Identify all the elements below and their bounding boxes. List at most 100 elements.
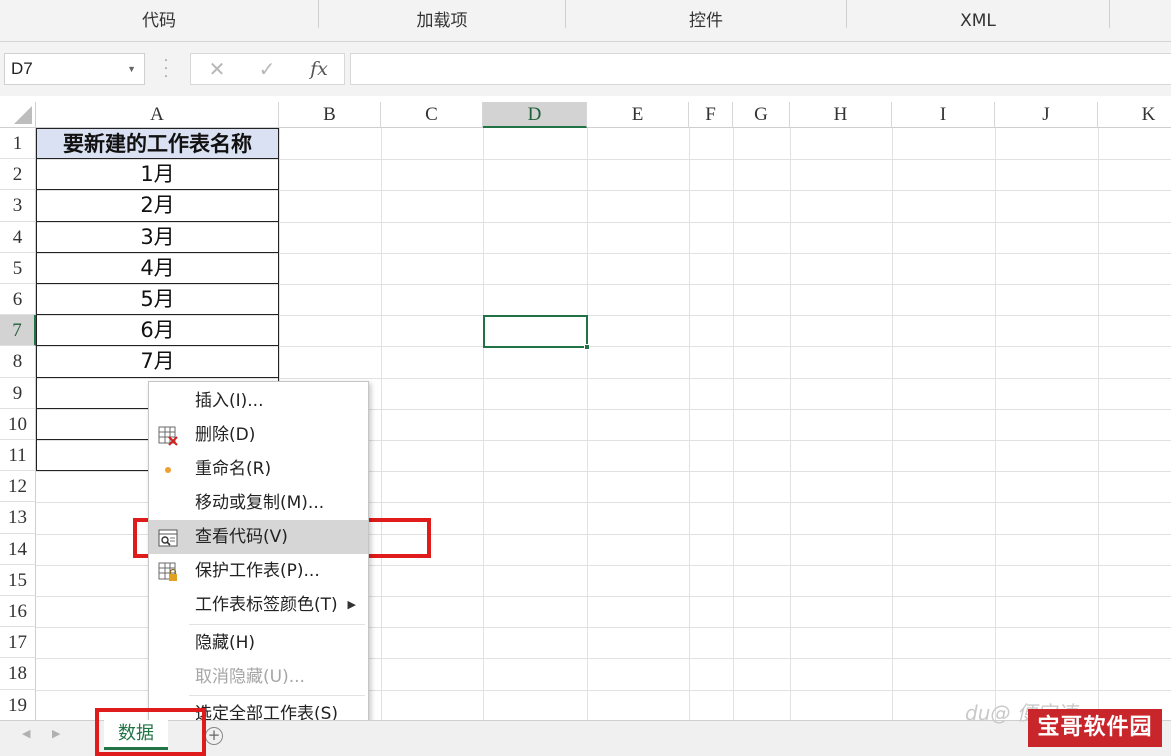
row-header-17[interactable]: 17 (0, 627, 36, 659)
menu-item-label: 工作表标签颜色(T) (195, 595, 338, 615)
excel-window: 代码 加载项 控件 XML D7 ▼ · · · ✕ ✓ fx A B C D E … (0, 0, 1171, 756)
ribbon-group-xml[interactable]: XML (847, 0, 1109, 42)
name-box[interactable]: D7 ▼ (4, 53, 145, 85)
cell-a5[interactable]: 4月 (36, 252, 279, 284)
scroll-tabs-left-icon[interactable]: ◀ (22, 727, 30, 740)
row-header-8[interactable]: 8 (0, 346, 36, 378)
menu-item-view-code[interactable]: 查看代码(V) (149, 520, 368, 554)
menu-item-label: 删除(D) (195, 425, 256, 445)
name-box-value: D7 (11, 59, 33, 78)
row-header-15[interactable]: 15 (0, 564, 36, 596)
gridline (892, 128, 893, 720)
column-header-b[interactable]: B (279, 102, 381, 128)
menu-item-tab-color[interactable]: 工作表标签颜色(T) ▶ (149, 588, 368, 622)
formula-bar: D7 ▼ · · · ✕ ✓ fx (0, 42, 1171, 96)
gridline (733, 128, 734, 720)
row-header-18[interactable]: 18 (0, 658, 36, 690)
ribbon-group-addins[interactable]: 加载项 (319, 0, 565, 42)
menu-item-label: 隐藏(H) (195, 633, 256, 653)
menu-item-hide[interactable]: 隐藏(H) (149, 626, 368, 660)
add-sheet-icon[interactable]: + (205, 727, 223, 745)
watermark-badge: 宝哥软件园 (1028, 709, 1162, 747)
menu-item-protect-sheet[interactable]: 保护工作表(P)... (149, 554, 368, 588)
gridline (790, 128, 791, 720)
row-header-4[interactable]: 4 (0, 221, 36, 253)
menu-separator (189, 695, 365, 696)
formula-buttons: ✕ ✓ fx (190, 53, 345, 85)
menu-item-insert[interactable]: 插入(I)... (149, 384, 368, 418)
gridline (483, 128, 484, 720)
menu-item-label: 插入(I)... (195, 391, 264, 411)
row-header-3[interactable]: 3 (0, 190, 36, 222)
cell-a1-header[interactable]: 要新建的工作表名称 (36, 128, 279, 160)
column-header-i[interactable]: I (892, 102, 995, 128)
menu-item-move-copy[interactable]: 移动或复制(M)... (149, 486, 368, 520)
cancel-icon[interactable]: ✕ (199, 54, 235, 84)
row-header-9[interactable]: 9 (0, 377, 36, 409)
more-options-icon[interactable]: · · · (160, 54, 172, 84)
row-header-7[interactable]: 7 (0, 315, 36, 347)
column-header-c[interactable]: C (381, 102, 483, 128)
column-header-f[interactable]: F (689, 102, 733, 128)
fill-handle[interactable] (584, 344, 590, 350)
column-header-h[interactable]: H (790, 102, 892, 128)
menu-item-label: 取消隐藏(U)... (195, 667, 305, 687)
rename-dot-icon (165, 467, 171, 473)
ribbon-group-labels: 代码 加载项 控件 XML (0, 0, 1171, 42)
select-all-button[interactable] (0, 102, 36, 128)
view-code-icon (158, 529, 178, 547)
chevron-down-icon[interactable]: ▼ (127, 54, 136, 84)
row-header-19[interactable]: 19 (0, 689, 36, 721)
delete-sheet-icon (158, 426, 178, 446)
menu-separator (189, 624, 365, 625)
protect-sheet-icon (158, 562, 177, 581)
row-header-2[interactable]: 2 (0, 159, 36, 191)
enter-icon[interactable]: ✓ (249, 54, 285, 84)
cell-a3[interactable]: 2月 (36, 190, 279, 222)
row-header-10[interactable]: 10 (0, 408, 36, 440)
sheet-tab-context-menu: 插入(I)... 删除(D) 重命名(R) 移动或复制(M)... 查看代码(V… (148, 381, 369, 731)
menu-item-delete[interactable]: 删除(D) (149, 418, 368, 452)
ribbon-group-code[interactable]: 代码 (0, 0, 318, 42)
active-cell-d7[interactable] (483, 315, 590, 350)
gridline (587, 128, 588, 720)
column-header-e[interactable]: E (587, 102, 689, 128)
formula-input[interactable] (350, 53, 1171, 85)
cell-a2[interactable]: 1月 (36, 159, 279, 191)
column-headers: A B C D E F G H I J K (0, 96, 1171, 128)
ribbon-group-controls[interactable]: 控件 (566, 0, 846, 42)
highlight-box-sheet-tab (95, 708, 206, 756)
menu-item-label: 重命名(R) (195, 459, 272, 479)
column-header-g[interactable]: G (733, 102, 790, 128)
cell-a7[interactable]: 6月 (36, 315, 279, 347)
menu-item-label: 移动或复制(M)... (195, 493, 325, 513)
cell-a8[interactable]: 7月 (36, 346, 279, 378)
column-header-j[interactable]: J (995, 102, 1098, 128)
column-header-a[interactable]: A (36, 102, 279, 128)
row-header-14[interactable]: 14 (0, 533, 36, 565)
select-all-icon (14, 106, 32, 124)
row-header-13[interactable]: 13 (0, 502, 36, 534)
row-header-6[interactable]: 6 (0, 284, 36, 316)
cell-a6[interactable]: 5月 (36, 284, 279, 316)
gridline (381, 128, 382, 720)
gridline (1098, 128, 1099, 720)
column-header-d[interactable]: D (483, 102, 587, 128)
row-header-1[interactable]: 1 (0, 128, 36, 160)
cell-a4[interactable]: 3月 (36, 221, 279, 253)
row-header-5[interactable]: 5 (0, 252, 36, 284)
menu-item-rename[interactable]: 重命名(R) (149, 452, 368, 486)
insert-function-icon[interactable]: fx (301, 54, 337, 84)
menu-item-label: 查看代码(V) (195, 527, 288, 547)
submenu-arrow-icon: ▶ (347, 598, 356, 611)
column-header-k[interactable]: K (1098, 102, 1171, 128)
scroll-tabs-right-icon[interactable]: ▶ (52, 727, 60, 740)
row-header-12[interactable]: 12 (0, 471, 36, 503)
gridline (995, 128, 996, 720)
ribbon-separator (1109, 0, 1110, 28)
menu-item-unhide: 取消隐藏(U)... (149, 660, 368, 694)
menu-item-label: 保护工作表(P)... (195, 561, 320, 581)
row-header-16[interactable]: 16 (0, 596, 36, 628)
row-header-11[interactable]: 11 (0, 440, 36, 472)
gridline (689, 128, 690, 720)
